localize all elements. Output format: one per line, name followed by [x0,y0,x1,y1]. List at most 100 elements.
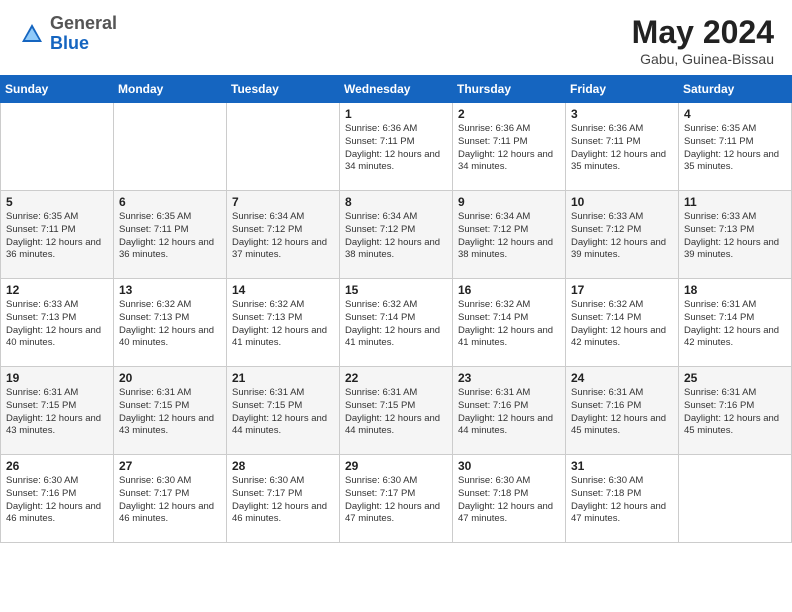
day-number: 19 [6,371,108,385]
calendar-header: SundayMondayTuesdayWednesdayThursdayFrid… [1,76,792,103]
header-cell-monday: Monday [114,76,227,103]
logo-icon [18,20,46,48]
day-number: 20 [119,371,221,385]
day-info: Sunrise: 6:35 AM Sunset: 7:11 PM Dayligh… [119,211,221,262]
day-number: 2 [458,107,560,121]
day-number: 10 [571,195,673,209]
day-number: 3 [571,107,673,121]
day-cell-7: 7Sunrise: 6:34 AM Sunset: 7:12 PM Daylig… [227,191,340,279]
day-cell-23: 23Sunrise: 6:31 AM Sunset: 7:16 PM Dayli… [453,367,566,455]
header-cell-sunday: Sunday [1,76,114,103]
day-info: Sunrise: 6:34 AM Sunset: 7:12 PM Dayligh… [232,211,334,262]
day-number: 22 [345,371,447,385]
day-number: 6 [119,195,221,209]
day-info: Sunrise: 6:34 AM Sunset: 7:12 PM Dayligh… [345,211,447,262]
day-info: Sunrise: 6:33 AM Sunset: 7:12 PM Dayligh… [571,211,673,262]
week-row-1: 1Sunrise: 6:36 AM Sunset: 7:11 PM Daylig… [1,103,792,191]
header-cell-wednesday: Wednesday [340,76,453,103]
day-cell-20: 20 Sunrise: 6:31 AM Sunset: 7:15 PM Dayli… [114,367,227,455]
day-cell-16: 16 Sunrise: 6:32 AM Sunset: 7:14 PM Dayli… [453,279,566,367]
day-info: Sunrise: 6:31 AM Sunset: 7:15 PM Dayligh… [345,387,447,438]
week-row-2: 5Sunrise: 6:35 AM Sunset: 7:11 PM Daylig… [1,191,792,279]
day-info: Sunrise: 6:36 AM Sunset: 7:11 PM Dayligh… [345,123,447,174]
day-cell-9: 9 Sunrise: 6:34 AM Sunset: 7:12 PM Daylig… [453,191,566,279]
calendar-table: SundayMondayTuesdayWednesdayThursdayFrid… [0,75,792,543]
calendar-title: May 2024 [632,14,774,51]
day-info: Sunrise: 6:30 AM Sunset: 7:18 PM Dayligh… [458,475,560,526]
day-cell-6: 6 Sunrise: 6:35 AM Sunset: 7:11 PM Daylig… [114,191,227,279]
day-number: 16 [458,283,560,297]
day-number: 23 [458,371,560,385]
header-cell-thursday: Thursday [453,76,566,103]
day-cell-29: 29 Sunrise: 6:30 AM Sunset: 7:17 PM Dayli… [340,455,453,543]
day-number: 24 [571,371,673,385]
day-number: 18 [684,283,786,297]
logo-general-text: General [50,13,117,33]
day-number: 26 [6,459,108,473]
day-cell-26: 26 Sunrise: 6:30 AM Sunset: 7:16 PM Dayli… [1,455,114,543]
day-number: 28 [232,459,334,473]
day-cell-28: 28 Sunrise: 6:30 AM Sunset: 7:17 PM Dayli… [227,455,340,543]
title-block: May 2024 Gabu, Guinea-Bissau [632,14,774,67]
day-cell-18: 18 Sunrise: 6:31 AM Sunset: 7:14 PM Dayli… [679,279,792,367]
day-info: Sunrise: 6:30 AM Sunset: 7:17 PM Dayligh… [345,475,447,526]
day-cell-1: 1Sunrise: 6:36 AM Sunset: 7:11 PM Daylig… [340,103,453,191]
calendar-subtitle: Gabu, Guinea-Bissau [632,51,774,67]
day-info: Sunrise: 6:31 AM Sunset: 7:15 PM Dayligh… [6,387,108,438]
day-cell-31: 31Sunrise: 6:30 AM Sunset: 7:18 PM Dayli… [566,455,679,543]
day-info: Sunrise: 6:31 AM Sunset: 7:16 PM Dayligh… [684,387,786,438]
day-number: 25 [684,371,786,385]
day-number: 30 [458,459,560,473]
empty-cell [679,455,792,543]
empty-cell [114,103,227,191]
day-number: 13 [119,283,221,297]
day-cell-4: 4Sunrise: 6:35 AM Sunset: 7:11 PM Daylig… [679,103,792,191]
empty-cell [1,103,114,191]
day-cell-8: 8 Sunrise: 6:34 AM Sunset: 7:12 PM Daylig… [340,191,453,279]
day-number: 17 [571,283,673,297]
day-number: 12 [6,283,108,297]
day-cell-27: 27Sunrise: 6:30 AM Sunset: 7:17 PM Dayli… [114,455,227,543]
day-cell-24: 24 Sunrise: 6:31 AM Sunset: 7:16 PM Dayli… [566,367,679,455]
day-cell-21: 21Sunrise: 6:31 AM Sunset: 7:15 PM Dayli… [227,367,340,455]
day-info: Sunrise: 6:35 AM Sunset: 7:11 PM Dayligh… [684,123,786,174]
logo-blue-text: Blue [50,33,89,53]
day-info: Sunrise: 6:33 AM Sunset: 7:13 PM Dayligh… [6,299,108,350]
day-number: 8 [345,195,447,209]
day-cell-15: 15Sunrise: 6:32 AM Sunset: 7:14 PM Dayli… [340,279,453,367]
day-info: Sunrise: 6:32 AM Sunset: 7:14 PM Dayligh… [458,299,560,350]
day-cell-11: 11 Sunrise: 6:33 AM Sunset: 7:13 PM Dayli… [679,191,792,279]
day-cell-14: 14Sunrise: 6:32 AM Sunset: 7:13 PM Dayli… [227,279,340,367]
header-cell-saturday: Saturday [679,76,792,103]
day-info: Sunrise: 6:31 AM Sunset: 7:15 PM Dayligh… [119,387,221,438]
week-row-5: 26 Sunrise: 6:30 AM Sunset: 7:16 PM Dayli… [1,455,792,543]
day-cell-3: 3 Sunrise: 6:36 AM Sunset: 7:11 PM Daylig… [566,103,679,191]
day-info: Sunrise: 6:33 AM Sunset: 7:13 PM Dayligh… [684,211,786,262]
day-number: 15 [345,283,447,297]
day-info: Sunrise: 6:30 AM Sunset: 7:17 PM Dayligh… [232,475,334,526]
day-number: 9 [458,195,560,209]
day-cell-19: 19 Sunrise: 6:31 AM Sunset: 7:15 PM Dayli… [1,367,114,455]
day-info: Sunrise: 6:31 AM Sunset: 7:14 PM Dayligh… [684,299,786,350]
page-header: General Blue May 2024 Gabu, Guinea-Bissa… [0,0,792,75]
day-cell-17: 17 Sunrise: 6:32 AM Sunset: 7:14 PM Dayli… [566,279,679,367]
day-cell-13: 13 Sunrise: 6:32 AM Sunset: 7:13 PM Dayli… [114,279,227,367]
day-info: Sunrise: 6:32 AM Sunset: 7:13 PM Dayligh… [232,299,334,350]
day-info: Sunrise: 6:34 AM Sunset: 7:12 PM Dayligh… [458,211,560,262]
day-cell-2: 2 Sunrise: 6:36 AM Sunset: 7:11 PM Daylig… [453,103,566,191]
day-info: Sunrise: 6:31 AM Sunset: 7:16 PM Dayligh… [571,387,673,438]
empty-cell [227,103,340,191]
day-info: Sunrise: 6:32 AM Sunset: 7:13 PM Dayligh… [119,299,221,350]
day-number: 11 [684,195,786,209]
day-cell-12: 12 Sunrise: 6:33 AM Sunset: 7:13 PM Dayli… [1,279,114,367]
day-number: 29 [345,459,447,473]
day-info: Sunrise: 6:36 AM Sunset: 7:11 PM Dayligh… [571,123,673,174]
header-cell-friday: Friday [566,76,679,103]
day-info: Sunrise: 6:30 AM Sunset: 7:16 PM Dayligh… [6,475,108,526]
day-info: Sunrise: 6:32 AM Sunset: 7:14 PM Dayligh… [571,299,673,350]
day-cell-5: 5Sunrise: 6:35 AM Sunset: 7:11 PM Daylig… [1,191,114,279]
day-info: Sunrise: 6:36 AM Sunset: 7:11 PM Dayligh… [458,123,560,174]
day-cell-10: 10 Sunrise: 6:33 AM Sunset: 7:12 PM Dayli… [566,191,679,279]
day-number: 27 [119,459,221,473]
logo: General Blue [18,14,117,54]
